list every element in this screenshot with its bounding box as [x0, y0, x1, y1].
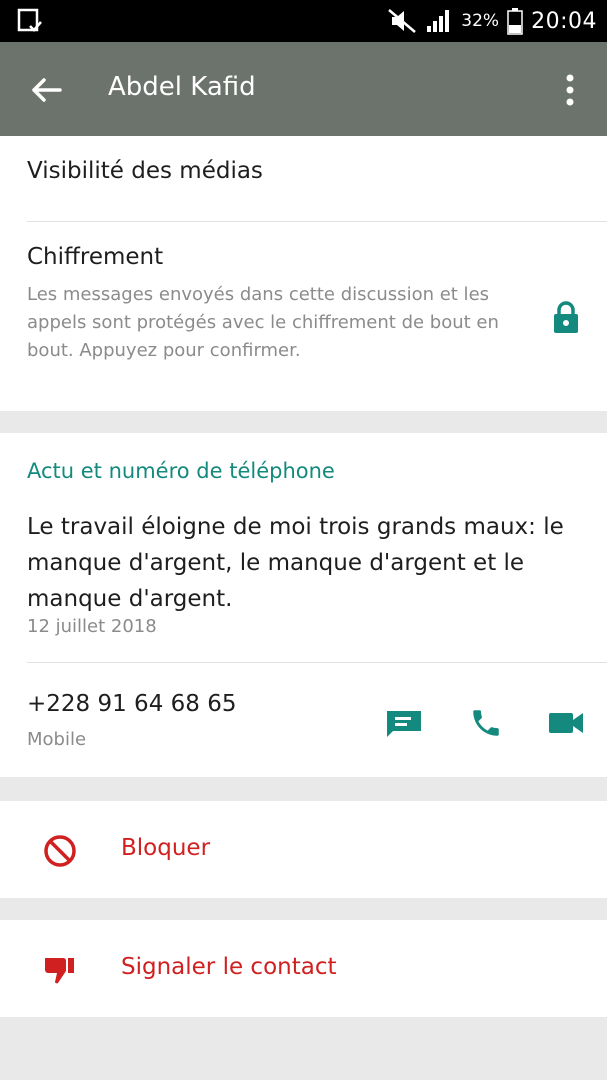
phone-icon [473, 710, 499, 736]
message-button[interactable] [384, 703, 424, 743]
block-label: Bloquer [121, 835, 211, 861]
encryption-description: Les messages envoyés dans cette discussi… [27, 284, 499, 361]
message-icon [387, 711, 421, 737]
video-camera-icon [549, 713, 583, 733]
mute-icon [388, 9, 417, 33]
video-call-button[interactable] [546, 703, 586, 743]
divider [27, 221, 607, 222]
block-icon [44, 835, 76, 867]
contact-name: Abdel Kafid [108, 72, 256, 102]
signal-icon [427, 10, 450, 32]
media-visibility-item[interactable]: Visibilité des médias [27, 158, 263, 184]
call-button[interactable] [466, 703, 506, 743]
app-bar: Abdel Kafid [0, 42, 607, 136]
about-date: 12 juillet 2018 [27, 616, 157, 637]
thumbs-down-icon [45, 958, 74, 984]
phone-type: Mobile [27, 729, 87, 750]
phone-number: +228 91 64 68 65 [27, 691, 237, 717]
block-card[interactable]: Bloquer [0, 801, 607, 898]
screenshot-notification-icon [17, 8, 42, 32]
status-bar: 32% 20:04 [0, 0, 607, 42]
back-arrow-icon[interactable] [28, 72, 64, 108]
about-text[interactable]: Le travail éloigne de moi trois grands m… [27, 509, 587, 617]
about-phone-card: Actu et numéro de téléphone Le travail é… [0, 433, 607, 777]
lock-icon [554, 301, 578, 333]
section-title: Actu et numéro de téléphone [27, 459, 335, 483]
encryption-title: Chiffrement [27, 244, 164, 270]
battery-percent: 32% [461, 11, 500, 31]
more-options-icon[interactable] [556, 72, 584, 108]
report-card[interactable]: Signaler le contact [0, 920, 607, 1017]
settings-card: Visibilité des médias Chiffrement Les me… [0, 136, 607, 411]
clock: 20:04 [531, 8, 597, 34]
battery-icon [507, 8, 523, 35]
divider [27, 662, 607, 663]
report-label: Signaler le contact [121, 954, 337, 980]
